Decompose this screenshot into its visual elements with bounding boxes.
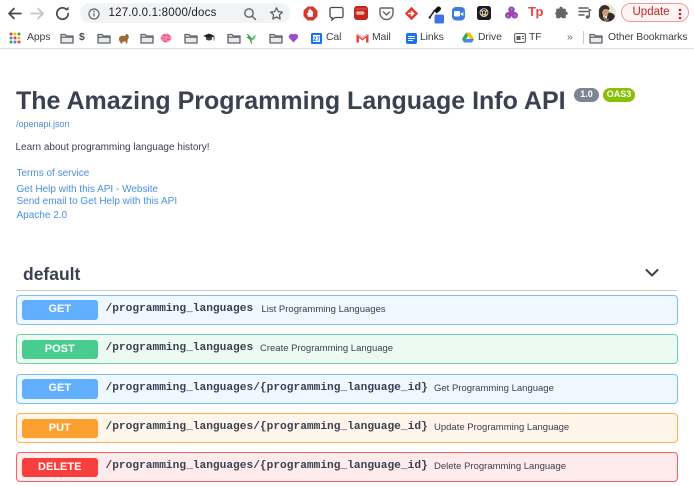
svg-text:27: 27 — [313, 37, 320, 43]
